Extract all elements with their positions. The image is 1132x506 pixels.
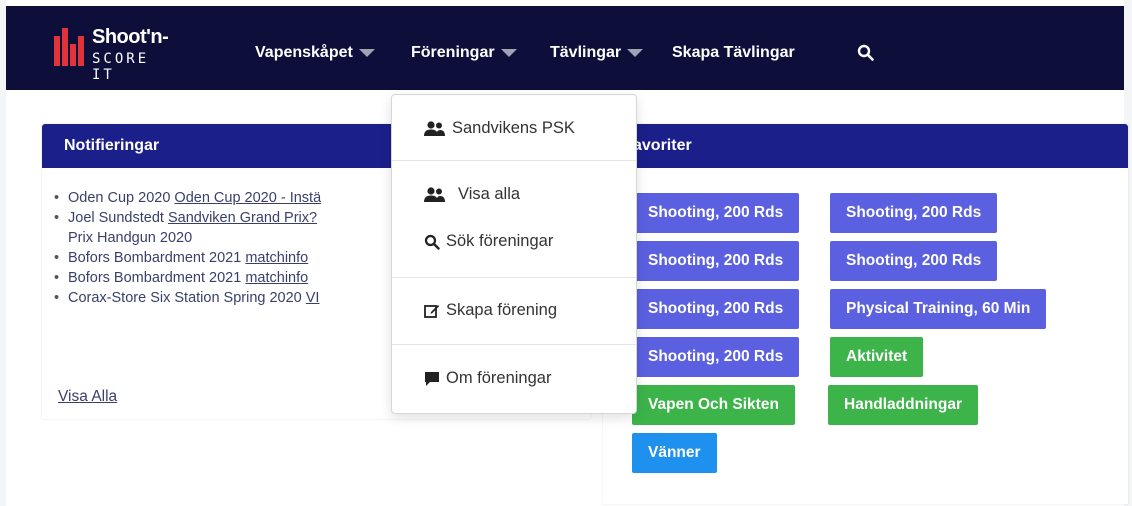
favorite-chip[interactable]: Physical Training, 60 Min: [830, 289, 1047, 329]
favorite-chip[interactable]: Handladdningar: [828, 385, 978, 425]
nav-label: Tävlingar: [550, 44, 622, 61]
nav-foreningar[interactable]: Föreningar: [411, 44, 517, 62]
users-icon: [424, 120, 445, 136]
notification-text-continued: Prix Handgun 2020: [68, 230, 193, 246]
notification-text: Corax-Store Six Station Spring 2020: [68, 290, 306, 306]
view-all-link[interactable]: Visa Alla: [58, 388, 117, 406]
menu-divider: [392, 344, 636, 345]
favorite-chip[interactable]: Shooting, 200 Rds: [830, 193, 998, 233]
menu-item-label: Skapa förening: [446, 301, 557, 319]
notification-link[interactable]: Oden Cup 2020 - Instä: [174, 190, 321, 206]
menu-item-om-foreningar[interactable]: Om föreningar: [424, 369, 551, 388]
menu-item-label: Sök föreningar: [446, 232, 554, 250]
logo-text-line2: SCORE IT: [92, 51, 150, 83]
search-icon: [424, 234, 440, 250]
nav-tavlingar[interactable]: Tävlingar: [550, 44, 644, 62]
notification-text: Joel Sundstedt: [68, 210, 168, 226]
caret-down-icon: [627, 49, 644, 57]
top-navbar: Shoot'n- SCORE IT Vapenskåpet Föreningar…: [6, 6, 1124, 90]
notification-text: Bofors Bombardment 2021: [68, 270, 246, 286]
brand-logo[interactable]: Shoot'n- SCORE IT: [54, 24, 169, 83]
nav-label: Vapenskåpet: [255, 44, 353, 61]
menu-item-skapa-forening[interactable]: Skapa förening: [424, 301, 557, 320]
foreningar-dropdown-menu: Sandvikens PSK Visa alla Sök föreningar …: [391, 94, 637, 414]
notification-link[interactable]: matchinfo: [245, 270, 308, 286]
menu-divider: [392, 277, 636, 278]
menu-divider: [392, 160, 636, 161]
comment-icon: [425, 371, 439, 386]
menu-item-sok-foreningar[interactable]: Sök föreningar: [424, 232, 553, 251]
notification-link[interactable]: matchinfo: [245, 250, 308, 266]
notification-link[interactable]: Sandviken Grand Prix?: [168, 210, 317, 226]
favorites-card: avoriter Shooting, 200 Rds Shooting, 200…: [603, 124, 1128, 504]
menu-item-label: Om föreningar: [446, 369, 552, 387]
favorite-chip[interactable]: Shooting, 200 Rds: [632, 193, 800, 233]
favorite-chip[interactable]: Shooting, 200 Rds: [632, 337, 800, 377]
caret-down-icon: [358, 49, 375, 57]
favorite-chip[interactable]: Shooting, 200 Rds: [632, 289, 800, 329]
edit-icon: [424, 304, 440, 318]
notification-link[interactable]: VI: [306, 290, 320, 306]
logo-bars-icon: [54, 24, 94, 70]
nav-label: Föreningar: [411, 44, 495, 61]
nav-vapenskapet[interactable]: Vapenskåpet: [255, 44, 375, 62]
caret-down-icon: [500, 49, 517, 57]
favorite-chip[interactable]: Vapen Och Sikten: [632, 385, 795, 425]
users-icon: [424, 186, 445, 202]
favorite-chip[interactable]: Vänner: [632, 433, 717, 473]
menu-item-label: Visa alla: [458, 185, 521, 203]
search-icon[interactable]: [857, 44, 875, 62]
favorite-chip[interactable]: Shooting, 200 Rds: [632, 241, 800, 281]
menu-item-sandvikens-psk[interactable]: Sandvikens PSK: [424, 119, 575, 138]
menu-item-visa-alla[interactable]: Visa alla: [424, 185, 520, 204]
logo-text-line1: Shoot'n-: [92, 26, 169, 48]
menu-item-label: Sandvikens PSK: [452, 119, 575, 137]
favorite-chip[interactable]: Shooting, 200 Rds: [830, 241, 998, 281]
notification-text: Oden Cup 2020: [68, 190, 175, 206]
favorite-chip[interactable]: Aktivitet: [830, 337, 924, 377]
nav-label: Skapa Tävlingar: [672, 44, 795, 61]
notification-text: Bofors Bombardment 2021: [68, 250, 246, 266]
favorites-title: avoriter: [603, 124, 1128, 168]
nav-skapa-tavlingar[interactable]: Skapa Tävlingar: [672, 44, 795, 62]
